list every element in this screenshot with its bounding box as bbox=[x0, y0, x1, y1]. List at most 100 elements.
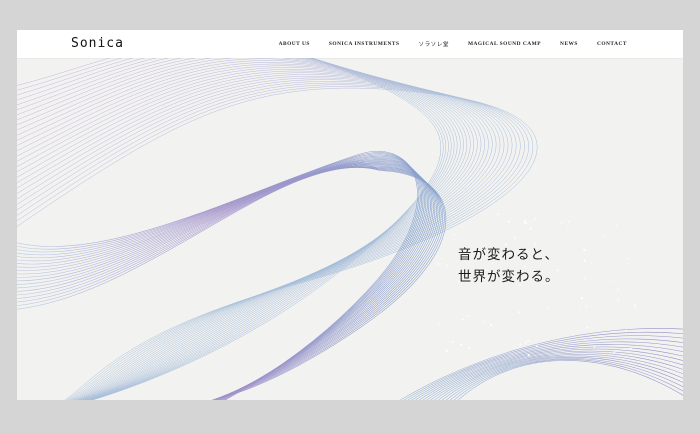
sparkle-dot bbox=[518, 311, 521, 314]
sparkle-dot bbox=[633, 304, 637, 307]
wave-line bbox=[17, 86, 534, 400]
wave-line bbox=[17, 153, 421, 400]
sparkle-dot bbox=[483, 310, 485, 312]
sonica-logo[interactable]: Sonica bbox=[71, 36, 124, 51]
sparkle-dot bbox=[452, 212, 455, 215]
sparkle-dot bbox=[445, 349, 449, 353]
wave-line bbox=[17, 70, 497, 400]
site-header: Sonica ABOUT US SONICA INSTRUMENTS ソラソレ堂… bbox=[17, 30, 683, 58]
sparkle-dot bbox=[613, 351, 616, 353]
sparkle-dot bbox=[489, 323, 493, 327]
wave-line bbox=[17, 166, 442, 400]
wave-line bbox=[17, 151, 418, 400]
sparkle-dot bbox=[579, 305, 582, 307]
wave-line bbox=[17, 56, 468, 400]
sparkle-dot bbox=[580, 296, 584, 300]
wave-line bbox=[17, 165, 439, 400]
sparkle-dot bbox=[633, 276, 635, 278]
sparkle-dot bbox=[442, 289, 444, 292]
sparkle-dot bbox=[460, 343, 463, 346]
sparkle-dot bbox=[628, 286, 630, 288]
wave-line bbox=[17, 72, 501, 400]
sparkle-dot bbox=[584, 277, 587, 280]
nav-magical-sound-camp[interactable]: MAGICAL SOUND CAMP bbox=[468, 41, 541, 47]
sparkle-dot bbox=[466, 315, 469, 318]
sparkle-dot bbox=[613, 279, 615, 282]
sparkle-dot bbox=[547, 307, 549, 309]
sparkle-dot bbox=[586, 326, 588, 329]
sparkle-dot bbox=[561, 222, 563, 224]
sparkle-dot bbox=[535, 217, 537, 219]
wave-line bbox=[17, 154, 422, 400]
sparkle-dot bbox=[590, 262, 593, 264]
wave-line bbox=[453, 359, 683, 400]
sparkle-dot bbox=[629, 347, 632, 351]
nav-sonica-instruments[interactable]: SONICA INSTRUMENTS bbox=[329, 41, 400, 47]
sparkle-dot bbox=[453, 219, 455, 221]
wave-line bbox=[17, 69, 493, 400]
sparkle-dot bbox=[617, 299, 620, 301]
sparkle-dot bbox=[463, 234, 465, 236]
sparkle-dot bbox=[527, 339, 530, 342]
sparkle-dot bbox=[482, 320, 485, 322]
sparkle-dot bbox=[529, 227, 532, 230]
sparkle-dot bbox=[453, 233, 455, 236]
wave-line bbox=[17, 77, 513, 400]
wave-line bbox=[17, 156, 424, 400]
hero-line-2: 世界が変わる。 bbox=[458, 269, 560, 285]
sparkle-dot bbox=[568, 339, 570, 342]
sparkle-dot bbox=[441, 257, 443, 260]
sparkle-dot bbox=[583, 259, 587, 262]
sparkle-dot bbox=[625, 329, 627, 332]
sparkle-dot bbox=[571, 234, 573, 236]
sparkle-dot bbox=[446, 264, 449, 267]
wave-line bbox=[17, 47, 452, 400]
wave-line bbox=[17, 165, 437, 400]
wave-line bbox=[17, 42, 444, 400]
sparkle-dot bbox=[524, 341, 527, 344]
sparkle-dot bbox=[437, 263, 440, 265]
sparkle-dot bbox=[567, 229, 569, 231]
hero-line-1: 音が変わると、 bbox=[458, 247, 559, 263]
sparkle-dot bbox=[602, 335, 604, 338]
nav-sorasoredo[interactable]: ソラソレ堂 bbox=[418, 40, 448, 48]
nav-contact[interactable]: CONTACT bbox=[597, 41, 627, 47]
sparkle-dot bbox=[452, 348, 454, 350]
wave-line bbox=[17, 54, 464, 400]
sparkle-dot bbox=[534, 293, 536, 295]
nav-about-us[interactable]: ABOUT US bbox=[279, 41, 310, 47]
wave-line bbox=[17, 84, 529, 400]
wave-line bbox=[17, 49, 455, 400]
main-nav: ABOUT US SONICA INSTRUMENTS ソラソレ堂 MAGICA… bbox=[279, 30, 627, 58]
sparkle-dot bbox=[461, 318, 464, 321]
sparkle-dot bbox=[527, 353, 530, 357]
wave-line bbox=[17, 162, 433, 400]
sparkle-dot bbox=[519, 343, 522, 346]
wave-line bbox=[17, 160, 430, 400]
wave-line bbox=[17, 81, 521, 400]
sparkle-dot bbox=[523, 220, 527, 223]
sparkle-dot bbox=[570, 251, 572, 253]
sparkle-dot bbox=[627, 257, 629, 260]
sparkle-dot bbox=[583, 248, 586, 252]
hero-tagline: 音が変わると、 世界が変わる。 bbox=[458, 244, 560, 288]
sparkle-dot bbox=[533, 218, 536, 221]
wave-line bbox=[17, 79, 517, 400]
sparkle-dot bbox=[496, 213, 499, 216]
wave-line bbox=[415, 341, 683, 400]
wave-line bbox=[434, 352, 683, 400]
nav-news[interactable]: NEWS bbox=[560, 41, 578, 47]
sparkle-dot bbox=[507, 220, 511, 223]
sparkle-dot bbox=[617, 288, 619, 290]
wave-line bbox=[17, 166, 440, 400]
sparkle-dot bbox=[453, 241, 455, 243]
sparkle-dot bbox=[437, 322, 440, 325]
wave-line bbox=[17, 61, 478, 400]
sparkle-dot bbox=[602, 236, 604, 238]
wave-line bbox=[17, 63, 482, 400]
wave-line bbox=[17, 152, 420, 400]
sparkle-dot bbox=[567, 220, 570, 223]
wave-line bbox=[17, 163, 434, 400]
sparkle-dot bbox=[526, 223, 528, 224]
sparkle-dot bbox=[615, 249, 617, 251]
